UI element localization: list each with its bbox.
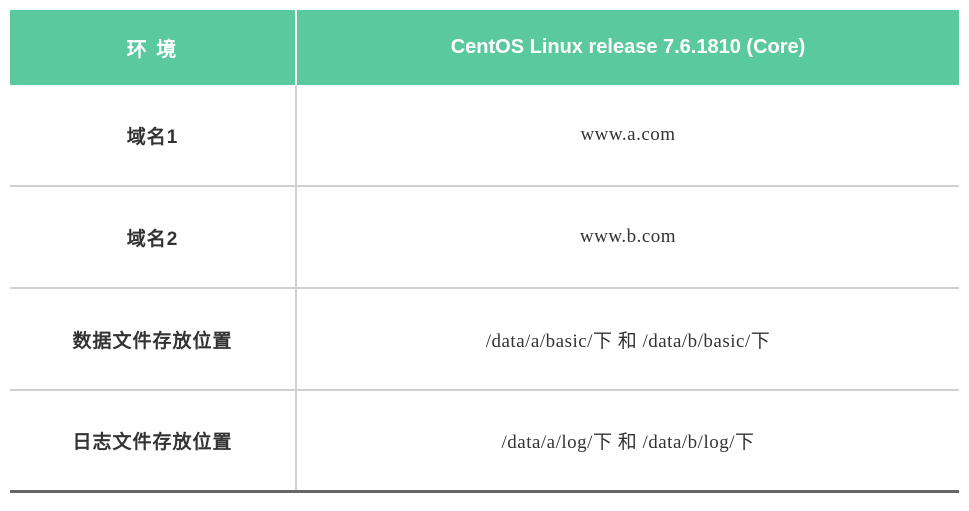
row-value: www.a.com <box>295 85 959 185</box>
table-row: 数据文件存放位置 /data/a/basic/下 和 /data/b/basic… <box>10 289 959 391</box>
row-value: /data/a/log/下 和 /data/b/log/下 <box>295 391 959 490</box>
table-row: 域名2 www.b.com <box>10 187 959 289</box>
row-label: 域名1 <box>10 122 295 149</box>
row-value: www.b.com <box>295 187 959 287</box>
header-os-value: CentOS Linux release 7.6.1810 (Core) <box>295 10 959 85</box>
config-table: 环 境 CentOS Linux release 7.6.1810 (Core)… <box>10 10 959 493</box>
table-row: 域名1 www.a.com <box>10 85 959 187</box>
row-label: 域名2 <box>10 224 295 251</box>
header-environment-label: 环 境 <box>10 33 295 62</box>
table-row: 日志文件存放位置 /data/a/log/下 和 /data/b/log/下 <box>10 391 959 493</box>
row-value: /data/a/basic/下 和 /data/b/basic/下 <box>295 289 959 389</box>
table-header-row: 环 境 CentOS Linux release 7.6.1810 (Core) <box>10 10 959 85</box>
row-label: 数据文件存放位置 <box>10 326 295 353</box>
row-label: 日志文件存放位置 <box>10 427 295 454</box>
